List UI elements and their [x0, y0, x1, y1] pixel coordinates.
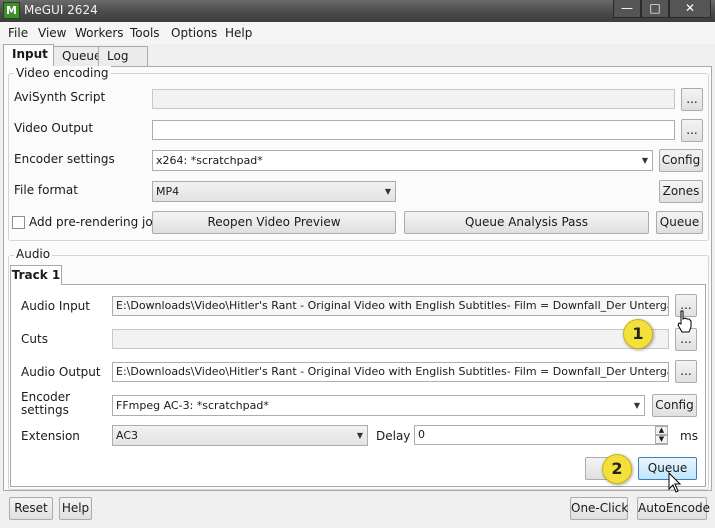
- audio-legend: Audio: [14, 247, 53, 261]
- video-config-button[interactable]: Config: [659, 149, 703, 172]
- audio-output-label: Audio Output: [21, 365, 101, 379]
- menu-workers[interactable]: Workers: [75, 26, 124, 40]
- maximize-button[interactable]: □: [641, 0, 669, 18]
- file-format-select[interactable]: MP4 ▼: [152, 181, 396, 202]
- menu-options[interactable]: Options: [171, 26, 217, 40]
- window-title: MeGUI 2624: [24, 3, 98, 17]
- audio-encoder-select[interactable]: FFmpeg AC-3: *scratchpad* ▼: [112, 395, 645, 416]
- chevron-down-icon: ▼: [641, 156, 648, 165]
- minimize-button[interactable]: —: [613, 0, 641, 18]
- tab-track-1[interactable]: Track 1: [10, 265, 62, 285]
- avisynth-label: AviSynth Script: [14, 90, 106, 104]
- audio-output-browse-button[interactable]: ...: [675, 360, 697, 383]
- arrow-cursor-icon: [668, 472, 682, 493]
- file-format-value: MP4: [156, 185, 180, 198]
- cuts-field[interactable]: [112, 329, 669, 349]
- auto-encode-button[interactable]: AutoEncode: [637, 497, 710, 520]
- audio-input-field[interactable]: E:\Downloads\Video\Hitler's Rant - Origi…: [112, 296, 669, 316]
- tab-log[interactable]: Log: [98, 46, 148, 66]
- video-output-label: Video Output: [14, 121, 94, 135]
- delay-down-arrow-icon[interactable]: ▼: [655, 435, 668, 444]
- audio-config-button[interactable]: Config: [652, 394, 697, 417]
- chevron-down-icon: ▼: [633, 401, 640, 410]
- one-click-button[interactable]: One-Click: [570, 497, 628, 520]
- extension-value: AC3: [116, 429, 139, 442]
- video-queue-button[interactable]: Queue: [656, 211, 703, 234]
- avisynth-browse-button[interactable]: ...: [681, 88, 703, 111]
- help-button[interactable]: Help: [59, 497, 92, 520]
- title-bar: [0, 0, 715, 22]
- video-encoder-label: Encoder settings: [14, 152, 115, 166]
- chevron-down-icon: ▼: [384, 187, 391, 196]
- audio-output-field[interactable]: E:\Downloads\Video\Hitler's Rant - Origi…: [112, 362, 669, 382]
- prerender-checkbox[interactable]: [12, 216, 25, 229]
- extension-select[interactable]: AC3 ▼: [112, 425, 368, 446]
- file-format-label: File format: [14, 183, 78, 197]
- callout-2: 2: [602, 454, 632, 484]
- avisynth-field[interactable]: [152, 89, 675, 109]
- menu-file[interactable]: File: [8, 26, 28, 40]
- chevron-down-icon: ▼: [356, 431, 363, 440]
- video-output-browse-button[interactable]: ...: [681, 119, 703, 142]
- audio-encoder-label: Encoder settings: [21, 390, 71, 417]
- app-icon: M: [3, 2, 20, 19]
- prerender-label: Add pre-rendering job: [29, 215, 161, 229]
- tab-queue[interactable]: Queue: [53, 46, 101, 66]
- audio-input-label: Audio Input: [21, 299, 90, 313]
- video-output-field[interactable]: [152, 120, 675, 140]
- hand-cursor-icon: [677, 310, 692, 333]
- audio-encoder-value: FFmpeg AC-3: *scratchpad*: [116, 399, 269, 412]
- reset-button[interactable]: Reset: [9, 497, 53, 520]
- video-encoder-value: x264: *scratchpad*: [156, 154, 263, 167]
- callout-1: 1: [623, 319, 653, 349]
- queue-analysis-button[interactable]: Queue Analysis Pass: [404, 211, 649, 234]
- menu-help[interactable]: Help: [225, 26, 252, 40]
- video-encoder-select[interactable]: x264: *scratchpad* ▼: [152, 150, 653, 171]
- delay-label: Delay: [376, 429, 411, 443]
- delay-input[interactable]: 0: [414, 425, 668, 445]
- zones-button[interactable]: Zones: [659, 180, 703, 203]
- close-button[interactable]: ✕: [669, 0, 711, 18]
- reopen-preview-button[interactable]: Reopen Video Preview: [152, 211, 396, 234]
- delay-up-arrow-icon[interactable]: ▲: [655, 426, 668, 435]
- extension-label: Extension: [21, 429, 80, 443]
- tab-input[interactable]: Input: [3, 44, 54, 67]
- menu-view[interactable]: View: [38, 26, 66, 40]
- delay-unit: ms: [680, 429, 698, 443]
- video-encoding-legend: Video encoding: [14, 66, 111, 80]
- cuts-label: Cuts: [21, 332, 48, 346]
- menu-tools[interactable]: Tools: [130, 26, 160, 40]
